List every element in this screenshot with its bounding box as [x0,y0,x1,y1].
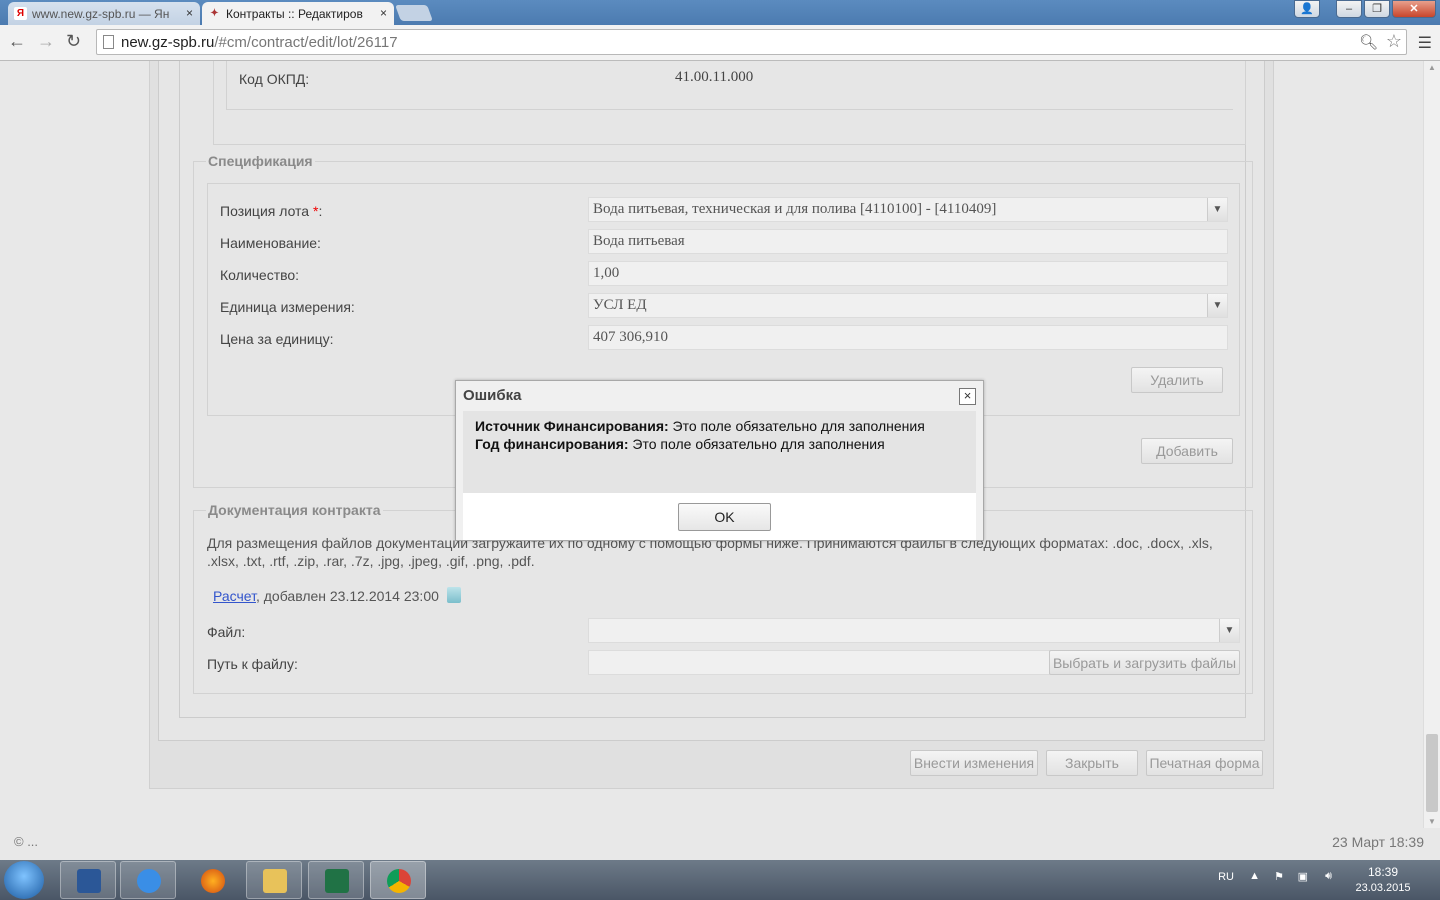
okpd-value: 41.00.11.000 [675,69,754,85]
new-tab-button[interactable] [395,5,433,21]
clock-time[interactable]: 18:39 [1348,865,1418,879]
price-label: Цена за единицу: [220,331,334,347]
taskbar-chrome[interactable] [370,861,426,899]
unit-label: Единица измерения: [220,299,355,315]
address-bar[interactable]: new.gz-spb.ru/#cm/contract/edit/lot/2611… [96,29,1407,55]
dialog-title: Ошибка [463,387,522,404]
maximize-button[interactable]: ❐ [1364,0,1390,18]
chevron-down-icon[interactable]: ▼ [1219,619,1239,642]
lot-position-select[interactable]: Вода питьевая, техническая и для полива … [588,197,1228,222]
delete-button[interactable]: Удалить [1131,367,1223,393]
yandex-icon: Я [14,7,27,20]
okpd-row: Код ОКПД: 41.00.11.000 [226,61,1233,110]
tab-close-icon[interactable]: × [186,6,193,20]
network-icon[interactable]: ▣ [1298,870,1308,883]
copyright: © ... [14,834,39,849]
browser-tab-bar: Я www.new.gz-spb.ru — Ян × ✦ Контракты :… [0,0,1440,25]
save-changes-button[interactable]: Внести изменения [910,750,1038,776]
window-controls: 👤 – ❐ ✕ [1294,0,1436,20]
close-icon[interactable]: × [959,388,976,405]
minimize-button[interactable]: – [1336,0,1362,18]
quantity-field[interactable]: 1,00 [588,261,1228,286]
show-hidden-icons-icon[interactable]: ▲ [1249,870,1260,882]
browser-toolbar: ← → ↻ new.gz-spb.ru/#cm/contract/edit/lo… [0,25,1440,61]
bookmark-star-icon[interactable]: ☆ [1386,31,1402,52]
folder-icon [263,869,287,893]
word-icon [77,869,101,893]
scroll-down-icon[interactable]: ▼ [1428,817,1436,826]
dialog-message: Источник Финансирования: Это поле обязат… [463,411,976,493]
ok-button[interactable]: OK [678,503,771,531]
zoom-icon[interactable]: 🔍︎ [1359,33,1378,51]
action-center-icon[interactable]: ⚑ [1274,870,1284,883]
taskbar-word[interactable] [60,861,116,899]
firefox-icon [201,869,225,893]
emblem-icon: ✦ [210,8,219,19]
taskbar: RU ▲ ⚑ ▣ 🔊︎ 18:39 23.03.2015 [0,860,1440,900]
user-icon[interactable]: 👤 [1294,0,1320,18]
chevron-down-icon[interactable]: ▼ [1207,198,1227,221]
error-dialog: Ошибка × Источник Финансирования: Это по… [455,380,984,541]
scroll-up-icon[interactable]: ▲ [1428,63,1436,72]
volume-icon[interactable]: 🔊︎ [1325,870,1332,883]
page-icon [103,35,114,49]
upload-button[interactable]: Выбрать и загрузить файлы [1049,650,1240,675]
windows-start-button[interactable] [4,861,44,899]
name-label: Наименование: [220,235,321,251]
page-footer: © ... 23 Март 18:39 [0,828,1440,860]
url-text[interactable]: new.gz-spb.ru/#cm/contract/edit/lot/2611… [121,34,398,51]
internet-explorer-icon [137,869,161,893]
reload-icon[interactable]: ↻ [66,31,81,52]
language-indicator[interactable]: RU [1218,871,1234,883]
tab-close-icon[interactable]: × [380,6,387,20]
file-label: Файл: [207,624,246,640]
print-form-button[interactable]: Печатная форма [1146,750,1263,776]
lot-info-fieldset: Код ОКПД: 41.00.11.000 [213,61,1246,145]
price-field[interactable]: 407 306,910 [588,325,1228,350]
window-close-button[interactable]: ✕ [1392,0,1436,18]
add-button[interactable]: Добавить [1141,438,1233,464]
taskbar-excel[interactable] [308,861,364,899]
tab-contracts-edit[interactable]: ✦ Контракты :: Редактиров × [202,2,394,25]
trash-icon[interactable] [446,587,461,603]
tab-title: www.new.gz-spb.ru — Ян [32,7,170,21]
lot-position-label: Позиция лота *: [220,203,323,219]
back-icon[interactable]: ← [8,31,26,52]
footer-datetime: 23 Март 18:39 [1332,834,1424,850]
quantity-label: Количество: [220,267,300,283]
excel-icon [325,869,349,893]
tab-title: Контракты :: Редактиров [226,7,363,21]
forward-icon[interactable]: → [37,31,55,52]
clock-date[interactable]: 23.03.2015 [1348,882,1418,894]
error-message-2: Год финансирования: Это поле обязательно… [475,436,885,452]
specification-legend: Спецификация [206,153,315,169]
taskbar-explorer[interactable] [246,861,302,899]
dialog-footer: OK [463,493,976,540]
documentation-legend: Документация контракта [206,502,383,518]
name-field[interactable]: Вода питьевая [588,229,1228,254]
taskbar-ie[interactable] [120,861,176,899]
close-button[interactable]: Закрыть [1046,750,1138,776]
page-scrollbar[interactable]: ▲ ▼ [1423,61,1440,828]
file-select[interactable]: ▼ [588,618,1240,643]
path-label: Путь к файлу: [207,656,298,672]
error-message-1: Источник Финансирования: Это поле обязат… [475,418,925,434]
unit-select[interactable]: УСЛ ЕД ▼ [588,293,1228,318]
menu-icon[interactable]: ☰ [1418,33,1432,53]
scroll-thumb[interactable] [1426,734,1438,812]
tab-gz-spb-home[interactable]: Я www.new.gz-spb.ru — Ян × [8,2,200,25]
chrome-icon [387,869,411,893]
chevron-down-icon[interactable]: ▼ [1207,294,1227,317]
okpd-label: Код ОКПД: [239,71,310,87]
taskbar-firefox[interactable] [184,861,240,899]
attached-file: Расчет, добавлен 23.12.2014 23:00 [213,587,461,604]
file-link[interactable]: Расчет [213,588,256,604]
file-added-text: , добавлен 23.12.2014 23:00 [255,588,439,604]
path-field[interactable] [588,650,1050,675]
